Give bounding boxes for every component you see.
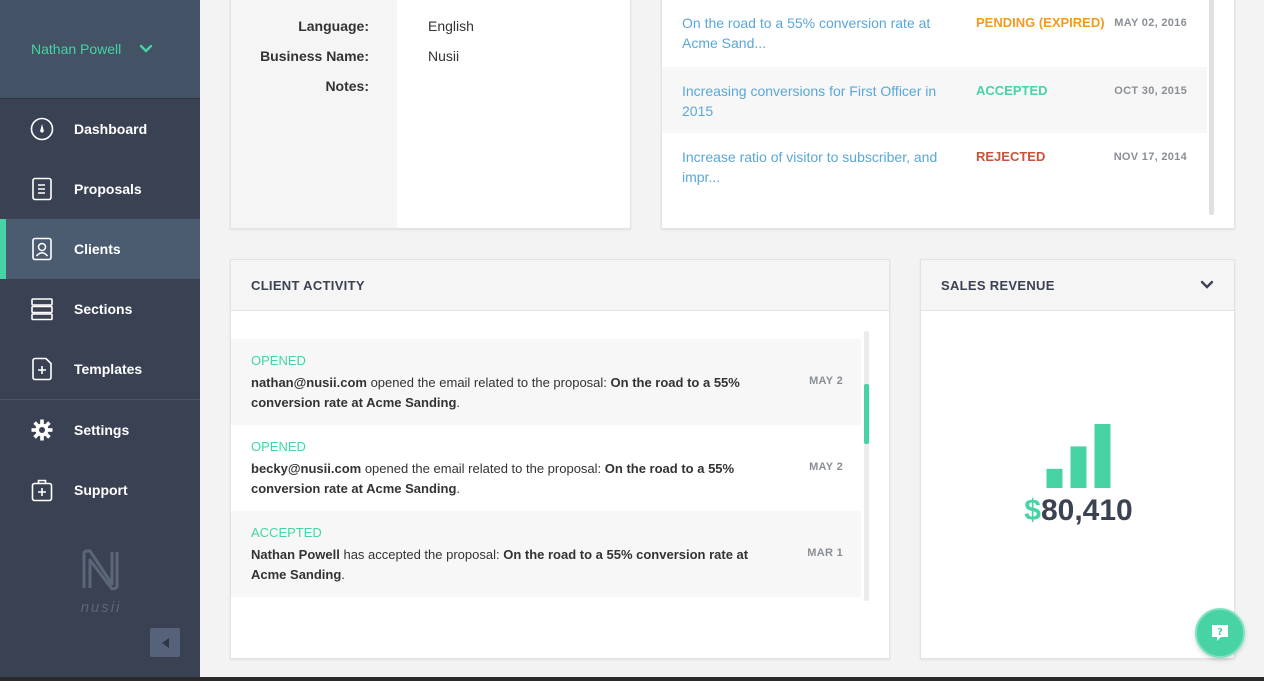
svg-text:?: ?	[1217, 627, 1223, 638]
proposal-date: MAY 02, 2016	[1114, 17, 1187, 29]
detail-label: Business Name:	[260, 48, 369, 64]
detail-label: Language:	[298, 18, 369, 34]
proposal-date: NOV 17, 2014	[1113, 151, 1187, 163]
sections-icon	[30, 297, 54, 321]
gear-icon	[30, 418, 54, 442]
templates-icon	[30, 357, 54, 381]
revenue-bar	[1046, 468, 1063, 488]
activity-type: ACCEPTED	[251, 525, 322, 540]
activity-action: opened the email related to the proposal…	[366, 375, 611, 390]
activity-end: .	[456, 395, 461, 410]
activity-date: MAR 1	[807, 547, 843, 559]
detail-row-language: Language: English	[231, 18, 631, 48]
sidebar-item-label: Clients	[74, 241, 121, 257]
client-activity-card: CLIENT ACTIVITY OPENED nathan@nusii.com …	[230, 259, 890, 659]
proposal-row[interactable]: On the road to a 55% conversion rate at …	[662, 0, 1207, 65]
activity-actor: Nathan Powell	[251, 547, 340, 562]
collapse-sidebar-button[interactable]	[150, 628, 180, 657]
sidebar-item-sections[interactable]: Sections	[0, 279, 200, 339]
sidebar-item-settings[interactable]: Settings	[0, 400, 200, 460]
proposal-status: PENDING (EXPIRED)	[976, 15, 1105, 30]
sidebar: Nathan Powell Dashboard Proposals Client…	[0, 0, 200, 681]
client-details-card: Language: English Business Name: Nusii N…	[230, 0, 631, 229]
sidebar-item-clients[interactable]: Clients	[0, 219, 200, 279]
proposal-status: ACCEPTED	[976, 83, 1048, 98]
activity-type: OPENED	[251, 439, 306, 454]
activity-item: OPENED becky@nusii.com opened the email …	[231, 425, 861, 511]
sidebar-item-label: Proposals	[74, 181, 142, 197]
activity-type: OPENED	[251, 353, 306, 368]
sidebar-item-label: Sections	[74, 301, 133, 317]
activity-scrollbar-track[interactable]	[864, 331, 869, 601]
proposals-scrollbar[interactable]	[1209, 0, 1214, 215]
sidebar-item-label: Support	[74, 482, 128, 498]
activity-actor: nathan@nusii.com	[251, 375, 367, 390]
clients-icon	[30, 237, 54, 261]
client-activity-header: CLIENT ACTIVITY	[231, 260, 889, 311]
detail-row-notes: Notes:	[231, 78, 631, 108]
revenue-amount: 80,410	[1040, 494, 1133, 527]
help-chat-icon: ?	[1212, 625, 1228, 641]
dashboard-icon	[30, 117, 54, 141]
proposal-date: OCT 30, 2015	[1114, 85, 1187, 97]
window-bottom-edge	[0, 677, 1264, 681]
revenue-bar	[1094, 424, 1111, 488]
user-menu[interactable]: Nathan Powell	[0, 0, 200, 99]
activity-item: ACCEPTED Nathan Powell has accepted the …	[231, 511, 861, 597]
proposal-title-link[interactable]: On the road to a 55% conversion rate at …	[682, 13, 952, 53]
nusii-logo: nusii	[78, 548, 124, 616]
proposal-row[interactable]: Increasing conversions for First Officer…	[662, 67, 1207, 133]
sidebar-item-label: Templates	[74, 361, 143, 377]
detail-value: English	[428, 18, 474, 34]
activity-end: .	[456, 481, 461, 496]
currency-symbol: $	[1024, 494, 1041, 527]
chevron-down-icon[interactable]	[139, 42, 153, 56]
brand-name: nusii	[80, 599, 122, 616]
activity-date: MAY 2	[809, 461, 843, 473]
triangle-left-icon	[162, 637, 169, 648]
detail-row-business-name: Business Name: Nusii	[231, 48, 631, 78]
support-icon	[30, 478, 54, 502]
sidebar-item-dashboard[interactable]: Dashboard	[0, 99, 200, 159]
sidebar-item-support[interactable]: Support	[0, 460, 200, 520]
revenue-bar	[1070, 446, 1087, 488]
activity-text: nathan@nusii.com opened the email relate…	[251, 373, 781, 413]
activity-text: Nathan Powell has accepted the proposal:…	[251, 545, 781, 585]
client-proposals-card: On the road to a 55% conversion rate at …	[661, 0, 1235, 229]
revenue-bars-icon	[1046, 424, 1111, 488]
activity-scrollbar-thumb[interactable]	[864, 384, 869, 444]
activity-action: has accepted the proposal:	[339, 547, 504, 562]
revenue-total: $80,410	[921, 494, 1236, 528]
proposal-title-link[interactable]: Increase ratio of visitor to subscriber,…	[682, 147, 952, 187]
activity-end: .	[341, 567, 345, 582]
sales-revenue-card: SALES REVENUE $80,410	[920, 259, 1235, 659]
proposal-title-link[interactable]: Increasing conversions for First Officer…	[682, 81, 952, 121]
activity-date: MAY 2	[809, 375, 843, 387]
detail-label: Notes:	[325, 78, 369, 94]
proposals-icon	[30, 177, 54, 201]
activity-action: opened the email related to the proposal…	[361, 461, 605, 476]
activity-item: OPENED nathan@nusii.com opened the email…	[231, 339, 861, 425]
activity-text: becky@nusii.com opened the email related…	[251, 459, 781, 499]
activity-actor: becky@nusii.com	[251, 461, 362, 476]
proposal-status: REJECTED	[976, 149, 1046, 164]
sidebar-item-templates[interactable]: Templates	[0, 339, 200, 399]
proposal-row[interactable]: Increase ratio of visitor to subscriber,…	[662, 133, 1207, 199]
user-name: Nathan Powell	[31, 41, 122, 57]
card-title: CLIENT ACTIVITY	[251, 277, 365, 293]
detail-value: Nusii	[428, 48, 460, 64]
sidebar-item-proposals[interactable]: Proposals	[0, 159, 200, 219]
help-chat-button[interactable]: ?	[1195, 608, 1245, 658]
sidebar-item-label: Dashboard	[74, 121, 148, 137]
sidebar-item-label: Settings	[74, 422, 130, 438]
